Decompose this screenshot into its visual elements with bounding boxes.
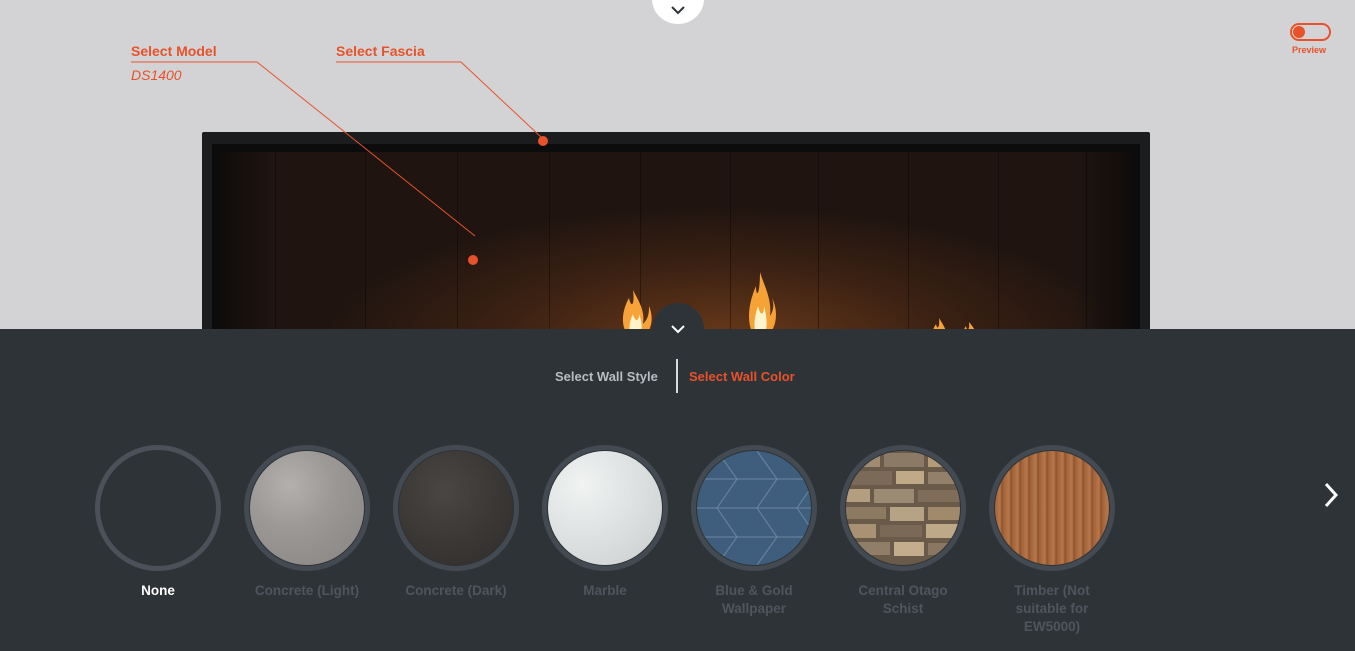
flame-icon (933, 318, 946, 329)
preview-label: Preview (1292, 45, 1327, 55)
flame-icon (749, 272, 776, 329)
tab-divider (676, 359, 678, 393)
swatch-none[interactable]: None (95, 445, 221, 600)
swatch-label: Blue & Gold Wallpaper (715, 583, 793, 616)
swatch-label: Marble (583, 583, 627, 598)
tab-wall-color[interactable]: Select Wall Color (689, 369, 795, 384)
flame-icon (623, 290, 652, 329)
next-swatches-button[interactable] (1318, 479, 1344, 511)
fascia-hotspot[interactable] (538, 136, 548, 146)
swatch-timber[interactable]: Timber (Not suitable for EW5000) (989, 445, 1115, 636)
swatch-concrete-light[interactable]: Concrete (Light) (244, 445, 370, 600)
swatch-blue-gold-wallpaper[interactable]: Blue & Gold Wallpaper (691, 445, 817, 618)
chevron-down-icon (671, 6, 685, 15)
swatch-label: None (141, 583, 175, 598)
select-fascia-link[interactable]: Select Fascia (336, 43, 425, 59)
collapse-top-button[interactable] (652, 0, 704, 24)
swatch-label: Concrete (Dark) (405, 583, 507, 598)
preview-toggle[interactable] (1290, 23, 1331, 41)
collapse-panel-button[interactable] (652, 303, 704, 355)
select-model-link[interactable]: Select Model (131, 43, 217, 59)
swatch-label: Concrete (Light) (254, 583, 360, 598)
swatch-central-otago-schist[interactable]: Central Otago Schist (840, 445, 966, 618)
swatch-marble[interactable]: Marble (542, 445, 668, 600)
swatch-label: Central Otago Schist (858, 583, 948, 616)
chevron-right-icon (1324, 482, 1339, 508)
swatch-label: Timber (Not suitable for EW5000) (1014, 583, 1090, 634)
wall-tabs: Select Wall Style Select Wall Color (0, 359, 1355, 395)
flame-icon (964, 322, 975, 329)
wall-options-panel: Select Wall Style Select Wall Color None… (0, 329, 1355, 651)
fireplace-preview-stage: Select Model DS1400 Select Fascia Previe… (0, 0, 1355, 329)
swatch-concrete-dark[interactable]: Concrete (Dark) (393, 445, 519, 600)
selected-model-value: DS1400 (131, 67, 182, 83)
toggle-knob (1293, 26, 1305, 38)
tab-wall-style[interactable]: Select Wall Style (555, 369, 658, 384)
chevron-down-icon (671, 325, 685, 334)
model-hotspot[interactable] (468, 255, 478, 265)
